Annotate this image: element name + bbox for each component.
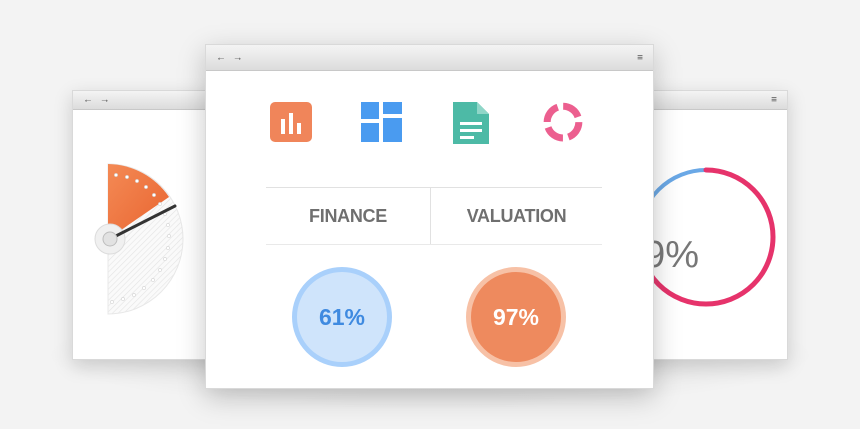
showcase-stage: ← → ≡ 79% ← → ≡ FINANCE VALUATION 61% 97… [0, 0, 860, 429]
gauge-hub [102, 231, 118, 247]
finance-label: FINANCE [309, 206, 387, 226]
app-icon-row [206, 101, 653, 145]
right-window-menu: ≡ [771, 95, 777, 106]
main-browser-window: ← → ≡ FINANCE VALUATION 61% 97% [205, 44, 654, 389]
forward-arrow-icon[interactable]: → [100, 95, 112, 106]
back-arrow-icon[interactable]: ← [83, 95, 95, 106]
hamburger-menu-icon[interactable]: ≡ [771, 95, 777, 106]
valuation-label: VALUATION [466, 206, 567, 226]
main-window-nav: ← → [216, 52, 245, 63]
donut-chart-icon[interactable] [541, 101, 585, 145]
back-arrow-icon[interactable]: ← [216, 52, 228, 63]
main-window-titlebar: ← → ≡ [206, 45, 653, 71]
main-window-menu: ≡ [637, 52, 643, 63]
hamburger-menu-icon[interactable]: ≡ [637, 52, 643, 63]
bar-chart-icon[interactable] [269, 101, 313, 145]
dashboard-grid-icon[interactable] [360, 101, 404, 145]
document-icon[interactable] [449, 101, 493, 145]
finance-percentage-badge: 61% [292, 267, 392, 367]
metric-labels-row: FINANCE VALUATION [266, 187, 602, 245]
valuation-percentage-badge: 97% [466, 267, 566, 367]
forward-arrow-icon[interactable]: → [233, 52, 245, 63]
left-window-nav: ← → [83, 95, 112, 106]
